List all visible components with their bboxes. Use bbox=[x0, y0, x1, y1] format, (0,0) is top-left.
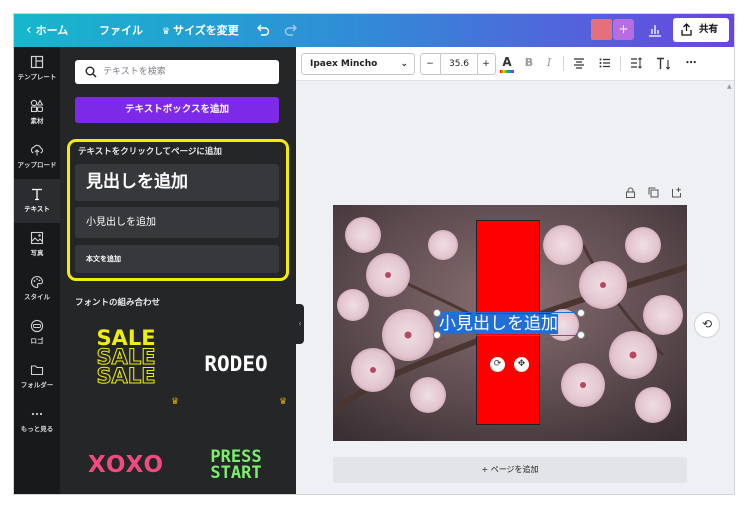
more-horizontal-icon: ⋯ bbox=[685, 56, 697, 69]
add-textbox-button[interactable]: テキストボックスを追加 bbox=[75, 97, 279, 123]
font-combos-label: フォントの組み合わせ bbox=[75, 298, 161, 308]
rail-item-text[interactable]: テキスト bbox=[14, 179, 60, 223]
add-collaborator-button[interactable]: + bbox=[613, 19, 634, 40]
rail-item-uploads[interactable]: アップロード bbox=[14, 135, 60, 179]
avatar[interactable] bbox=[591, 19, 612, 40]
text-effects-button[interactable] bbox=[654, 53, 672, 73]
side-rail: テンプレート 素材 アップロード テキスト 写真 スタイル ロゴ フォルダー も… bbox=[14, 47, 60, 494]
add-heading-button[interactable]: 見出しを追加 bbox=[75, 164, 279, 201]
increase-size-button[interactable]: + bbox=[477, 54, 495, 74]
refresh-icon: ⟲ bbox=[701, 317, 713, 331]
text-toolbar: Ipaex Mincho ⌄ − 35.6 + A B I ⋯ bbox=[296, 47, 734, 81]
resize-handle[interactable] bbox=[577, 309, 585, 317]
rail-item-folders[interactable]: フォルダー bbox=[14, 355, 60, 399]
duplicate-page-icon[interactable] bbox=[648, 187, 659, 201]
rail-item-elements[interactable]: 素材 bbox=[14, 91, 60, 135]
font-size-input[interactable]: 35.6 bbox=[440, 54, 478, 74]
folder-icon bbox=[30, 365, 44, 376]
photo-icon bbox=[30, 231, 44, 245]
upload-icon bbox=[30, 144, 43, 156]
list-button[interactable] bbox=[597, 53, 613, 73]
bold-icon: B bbox=[524, 56, 534, 69]
undo-icon[interactable] bbox=[256, 14, 270, 47]
click-to-add-label: テキストをクリックしてページに追加 bbox=[78, 147, 222, 157]
rotate-icon: ⟳ bbox=[493, 359, 502, 369]
decrease-size-button[interactable]: − bbox=[421, 54, 439, 74]
text-icon bbox=[32, 188, 42, 201]
font-combo-press-start[interactable]: PRESS START bbox=[188, 449, 284, 482]
font-combo-sale[interactable]: SALE SALE SALE bbox=[78, 328, 174, 388]
move-icon: ✥ bbox=[517, 359, 526, 369]
premium-crown-icon: ♛ bbox=[171, 397, 180, 407]
spacing-button[interactable] bbox=[628, 53, 644, 73]
bold-button[interactable]: B bbox=[522, 53, 536, 73]
lock-page-icon[interactable] bbox=[625, 187, 636, 201]
text-color-icon: A bbox=[502, 55, 512, 69]
rail-item-more[interactable]: もっと見る bbox=[14, 399, 60, 443]
share-icon bbox=[680, 23, 693, 36]
font-combo-rodeo[interactable]: RODEO bbox=[188, 352, 284, 376]
elements-icon bbox=[30, 99, 44, 113]
text-direction-icon bbox=[656, 57, 670, 70]
palette-icon bbox=[31, 275, 44, 289]
logo-icon bbox=[30, 319, 44, 333]
resize-handle[interactable] bbox=[577, 331, 585, 339]
design-page[interactable]: 小見出しを追加 ⟳ ✥ bbox=[333, 205, 687, 441]
color-swatch bbox=[500, 70, 514, 73]
italic-icon: I bbox=[546, 56, 552, 69]
more-options-button[interactable]: ⋯ bbox=[682, 53, 700, 73]
share-button[interactable]: 共有 bbox=[673, 18, 729, 42]
premium-crown-icon: ♛ bbox=[279, 397, 288, 407]
home-button[interactable]: ‹ ホーム bbox=[26, 14, 68, 47]
search-input[interactable]: テキストを検索 bbox=[75, 60, 279, 84]
app-window: ‹ ホーム ファイル ♛ サイズを変更 + 共有 テンプレート 素材 アップロー… bbox=[14, 14, 734, 494]
plus-icon: + bbox=[618, 22, 629, 36]
template-icon bbox=[30, 55, 44, 69]
add-subheading-button[interactable]: 小見出しを追加 bbox=[75, 207, 279, 238]
add-body-button[interactable]: 本文を追加 bbox=[75, 245, 279, 273]
italic-button[interactable]: I bbox=[542, 53, 556, 73]
add-page-icon[interactable] bbox=[671, 187, 682, 201]
more-icon bbox=[31, 412, 43, 416]
line-spacing-icon bbox=[630, 57, 642, 69]
text-panel: テキストを検索 テキストボックスを追加 テキストをクリックしてページに追加 見出… bbox=[60, 47, 296, 494]
align-button[interactable] bbox=[571, 53, 587, 73]
toolbar-divider bbox=[620, 56, 621, 71]
analytics-icon[interactable] bbox=[647, 22, 663, 38]
chevron-left-icon: ‹ bbox=[26, 22, 32, 38]
search-icon bbox=[85, 66, 97, 78]
font-family-select[interactable]: Ipaex Mincho ⌄ bbox=[301, 53, 415, 75]
selected-text-box[interactable]: 小見出しを追加 bbox=[433, 309, 585, 339]
rail-item-photos[interactable]: 写真 bbox=[14, 223, 60, 267]
toolbar-divider bbox=[563, 56, 564, 71]
text-color-button[interactable]: A bbox=[499, 53, 515, 73]
align-center-icon bbox=[574, 58, 584, 69]
rail-item-templates[interactable]: テンプレート bbox=[14, 47, 60, 91]
search-placeholder: テキストを検索 bbox=[103, 67, 166, 77]
font-size-stepper: − 35.6 + bbox=[420, 53, 496, 75]
resize-button[interactable]: ♛ サイズを変更 bbox=[162, 14, 239, 47]
canvas-scrollbar-up[interactable]: ▲ bbox=[727, 83, 732, 90]
rail-item-logos[interactable]: ロゴ bbox=[14, 311, 60, 355]
add-page-button[interactable]: + ページを追加 bbox=[333, 457, 687, 483]
chevron-down-icon: ⌄ bbox=[400, 59, 408, 69]
rotate-handle[interactable]: ⟳ bbox=[490, 357, 505, 372]
font-combo-xoxo[interactable]: XOXO bbox=[78, 452, 174, 478]
rail-item-styles[interactable]: スタイル bbox=[14, 267, 60, 311]
redo-icon[interactable] bbox=[284, 14, 298, 47]
refresh-button[interactable]: ⟲ bbox=[694, 312, 720, 338]
bullet-list-icon bbox=[599, 58, 610, 68]
crown-icon: ♛ bbox=[162, 27, 171, 37]
top-bar: ‹ ホーム ファイル ♛ サイズを変更 + 共有 bbox=[14, 14, 734, 47]
move-handle[interactable]: ✥ bbox=[514, 357, 529, 372]
resize-handle[interactable] bbox=[433, 331, 441, 339]
resize-handle[interactable] bbox=[433, 309, 441, 317]
file-menu[interactable]: ファイル bbox=[99, 14, 143, 47]
